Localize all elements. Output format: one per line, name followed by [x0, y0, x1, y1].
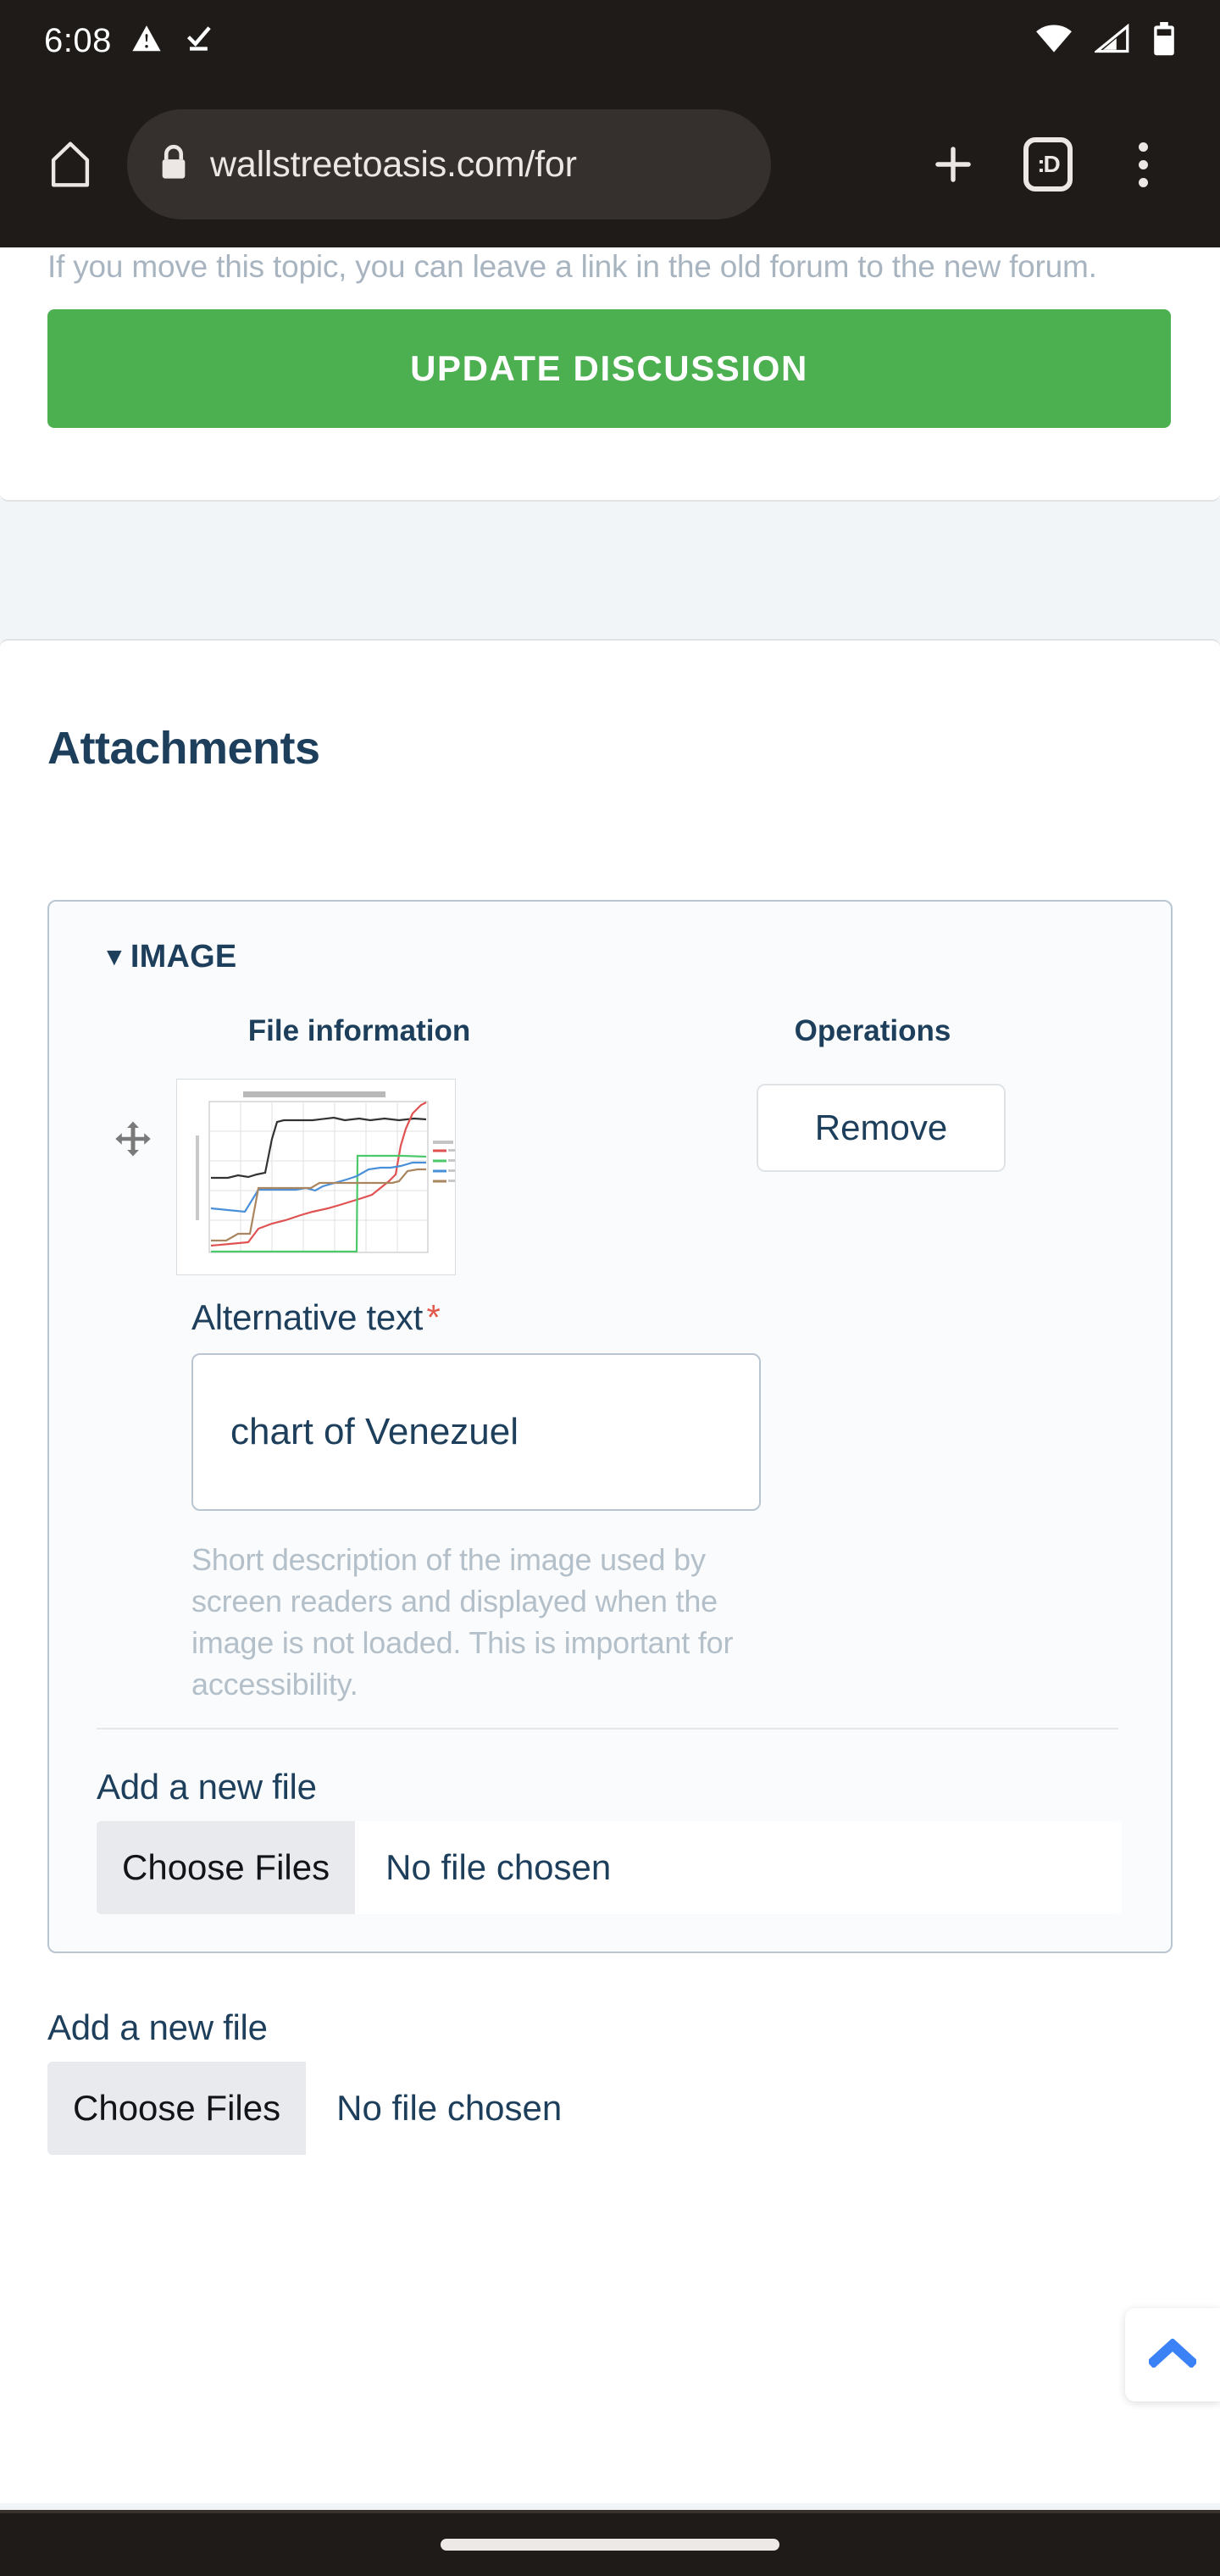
address-bar[interactable]: wallstreetoasis.com/for — [127, 109, 771, 219]
android-nav-bar — [0, 2510, 1220, 2576]
wifi-icon — [1035, 25, 1073, 58]
drag-move-icon[interactable] — [114, 1119, 152, 1158]
file-status-inner: No file chosen — [355, 1821, 611, 1914]
browser-toolbar: wallstreetoasis.com/for :D — [0, 81, 1220, 247]
required-marker: * — [426, 1297, 440, 1337]
page-viewport: If you move this topic, you can leave a … — [0, 247, 1220, 2503]
alternative-text-help: Short description of the image used by s… — [191, 1540, 751, 1706]
alternative-text-input[interactable]: chart of Venezuel — [191, 1353, 761, 1511]
lock-icon — [158, 143, 190, 186]
add-new-file-inner-label: Add a new file — [97, 1767, 1171, 1807]
column-header-operations: Operations — [622, 1014, 1123, 1048]
add-new-file-inner: Add a new file Choose Files No file chos… — [49, 1729, 1171, 1914]
attachment-row: Remove — [49, 1048, 1171, 1275]
chevron-down-icon: ▼ — [102, 945, 127, 970]
tab-count-label: :D — [1023, 137, 1073, 192]
tab-switcher-button[interactable]: :D — [1015, 131, 1081, 197]
move-topic-note: If you move this topic, you can leave a … — [47, 247, 1173, 287]
alternative-text-block: Alternative text * chart of Venezuel Sho… — [49, 1275, 1171, 1706]
status-bar-right — [1035, 22, 1176, 60]
cellular-signal-icon — [1095, 24, 1130, 58]
task-done-icon — [181, 22, 215, 60]
choose-files-button-outer[interactable]: Choose Files — [47, 2062, 306, 2155]
phone-screen: 6:08 — [0, 0, 1220, 2576]
add-new-file-outer: Add a new file Choose Files No file chos… — [47, 1953, 1173, 2155]
url-text: wallstreetoasis.com/for — [210, 144, 577, 186]
chart-thumbnail-image[interactable] — [176, 1079, 456, 1275]
attachment-table-header: File information Operations — [49, 975, 1171, 1048]
add-new-file-outer-label: Add a new file — [47, 2007, 1173, 2048]
status-bar-left: 6:08 — [44, 22, 215, 60]
home-gesture-pill[interactable] — [441, 2539, 779, 2551]
status-bar: 6:08 — [0, 0, 1220, 81]
discussion-settings-card: If you move this topic, you can leave a … — [0, 247, 1220, 502]
three-dot-menu-icon[interactable] — [1110, 131, 1176, 197]
image-fieldset-legend[interactable]: ▼ IMAGE — [49, 902, 1171, 975]
new-tab-button[interactable] — [920, 131, 986, 197]
warning-triangle-icon — [130, 23, 163, 59]
image-fieldset: ▼ IMAGE File information Operations — [47, 900, 1173, 1953]
image-fieldset-label: IMAGE — [130, 939, 237, 975]
update-discussion-button[interactable]: UPDATE DISCUSSION — [47, 309, 1171, 428]
attachments-card: Attachments ▼ IMAGE File information Ope… — [0, 639, 1220, 2503]
operations-cell: Remove — [617, 1079, 1145, 1172]
file-input-outer[interactable]: Choose Files No file chosen — [47, 2062, 895, 2155]
toolbar-actions: :D — [920, 131, 1181, 197]
choose-files-button-inner[interactable]: Choose Files — [97, 1821, 355, 1914]
remove-attachment-button[interactable]: Remove — [757, 1084, 1006, 1172]
alternative-text-label: Alternative text * — [191, 1297, 1145, 1338]
attachments-heading: Attachments — [47, 641, 1173, 774]
home-icon[interactable] — [39, 133, 102, 196]
scroll-to-top-button[interactable] — [1125, 2308, 1220, 2401]
file-information-cell — [75, 1079, 617, 1275]
file-status-outer: No file chosen — [306, 2062, 562, 2155]
chevron-up-icon — [1149, 2339, 1196, 2372]
alternative-text-label-text: Alternative text — [191, 1297, 423, 1337]
battery-icon — [1152, 22, 1176, 60]
column-header-file-information: File information — [97, 1014, 622, 1048]
file-input-inner[interactable]: Choose Files No file chosen — [97, 1821, 1122, 1914]
status-bar-clock: 6:08 — [44, 22, 112, 60]
